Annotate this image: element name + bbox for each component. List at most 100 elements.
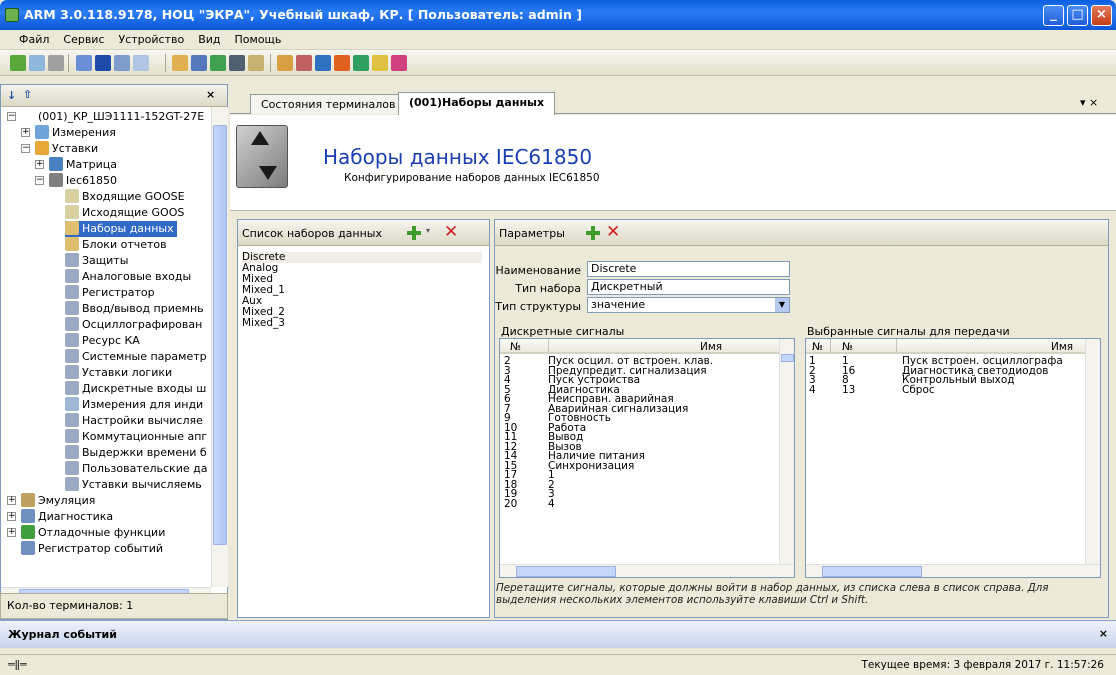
network-icon[interactable]	[353, 55, 369, 71]
signal-number[interactable]: 13	[842, 384, 855, 396]
dataset-list-title: Список наборов данных	[242, 227, 383, 240]
close-button[interactable]: ×	[1091, 5, 1112, 26]
emulation-icon	[21, 493, 35, 507]
table-icon	[65, 333, 79, 347]
tree-node-reports[interactable]: Блоки отчетов	[65, 237, 167, 253]
sort-down-icon[interactable]: ↓	[7, 89, 16, 102]
grid-hscroll[interactable]	[500, 564, 794, 577]
tree-node-datasets[interactable]: Наборы данных	[65, 221, 177, 237]
tree-node-logic[interactable]: Уставки логики	[65, 365, 172, 381]
table-icon	[65, 445, 79, 459]
list-icon[interactable]	[76, 55, 92, 71]
export-icon[interactable]	[172, 55, 188, 71]
tree-node-discrete-in[interactable]: Дискретные входы ш	[65, 381, 206, 397]
tree-node-emulation[interactable]: + Эмуляция	[7, 493, 95, 509]
palette-icon[interactable]	[391, 55, 407, 71]
add-signal-icon[interactable]	[585, 225, 601, 241]
tree-node-user[interactable]: Пользовательские да	[65, 461, 207, 477]
table-icon	[65, 461, 79, 475]
tab-terminal-states[interactable]: Состояния терминалов	[250, 94, 407, 114]
list-item[interactable]: Mixed_3	[242, 318, 285, 329]
scroll-thumb[interactable]	[213, 125, 227, 545]
tree-node-diagnostics[interactable]: + Диагностика	[7, 509, 113, 525]
grid-vscroll[interactable]	[1085, 339, 1100, 564]
tree-node-analog[interactable]: Аналоговые входы	[65, 269, 191, 285]
search-icon[interactable]	[248, 55, 264, 71]
tree-node-measurements[interactable]: + Измерения	[21, 125, 116, 141]
tree-vscroll[interactable]	[211, 107, 228, 587]
signal-name[interactable]: Сброс	[902, 384, 935, 396]
window-icon[interactable]	[133, 55, 149, 71]
tree-node-goose-in[interactable]: Входящие GOOSE	[65, 189, 185, 205]
type-label: Тип набора	[515, 282, 581, 295]
add-dataset-icon[interactable]	[406, 225, 422, 241]
menu-device[interactable]: Устройство	[112, 30, 192, 46]
signal-name[interactable]: 4	[548, 498, 555, 510]
window-titlebar: ARM 3.0.118.9178, НОЦ "ЭКРА", Учебный шк…	[0, 0, 1116, 30]
up-icon[interactable]: ⇧	[23, 88, 32, 101]
dropdown-icon[interactable]: ▾	[426, 226, 430, 235]
grid-icon[interactable]	[48, 55, 64, 71]
table-icon[interactable]	[114, 55, 130, 71]
tree-node-calc-settings[interactable]: Настройки вычисляе	[65, 413, 203, 429]
tree-node-delays[interactable]: Выдержки времени б	[65, 445, 207, 461]
tree-node-switching[interactable]: Коммутационные апг	[65, 429, 207, 445]
tree-icon[interactable]	[210, 55, 226, 71]
grid-vscroll[interactable]	[779, 339, 794, 564]
tree-node-recorder[interactable]: Регистратор	[65, 285, 155, 301]
report-icon[interactable]	[334, 55, 350, 71]
type-field[interactable]: Дискретный	[587, 279, 790, 295]
copy-icon[interactable]	[191, 55, 207, 71]
close-icon[interactable]: ×	[1099, 627, 1108, 640]
tree-node-debug[interactable]: + Отладочные функции	[7, 525, 165, 541]
matrix-icon	[49, 157, 63, 171]
tree-node-goose-out[interactable]: Исходящие GOOS	[65, 205, 184, 221]
folder-icon[interactable]	[277, 55, 293, 71]
dataset-list-header: Список наборов данных ▾ ✕	[238, 220, 489, 246]
maximize-button[interactable]: □	[1067, 5, 1088, 26]
tree-node-settings[interactable]: − Уставки	[21, 141, 98, 157]
tree-node-protection[interactable]: Защиты	[65, 253, 128, 269]
right-list-title: Выбранные сигналы для передачи	[807, 325, 1010, 338]
filter-icon[interactable]	[229, 55, 245, 71]
row-index[interactable]: 4	[809, 384, 816, 396]
chart-icon[interactable]	[296, 55, 312, 71]
list-item[interactable]: Discrete	[242, 252, 482, 263]
tree-node-calc[interactable]: Уставки вычисляемь	[65, 477, 202, 493]
menu-service[interactable]: Сервис	[56, 30, 111, 46]
grid-hscroll[interactable]	[806, 564, 1100, 577]
tree-node-system[interactable]: Системные параметр	[65, 349, 207, 365]
menu-view[interactable]: Вид	[191, 30, 227, 46]
tree-node-resource[interactable]: Ресурс КА	[65, 333, 140, 349]
device-tree: − (001)_КР_ШЭ1111-152GT-27Е + Измерения − У…	[1, 107, 211, 587]
minimize-button[interactable]: _	[1043, 5, 1064, 26]
struct-select[interactable]: значение ▼	[587, 297, 790, 313]
menu-help[interactable]: Помощь	[228, 30, 289, 46]
connect-icon[interactable]	[10, 55, 26, 71]
settings-icon[interactable]	[372, 55, 388, 71]
signal-number[interactable]: 20	[504, 498, 517, 510]
save-icon[interactable]	[315, 55, 331, 71]
tree-node-osc[interactable]: Осциллографирован	[65, 317, 202, 333]
table-icon	[65, 317, 79, 331]
name-field[interactable]: Discrete	[587, 261, 790, 277]
table-icon	[65, 269, 79, 283]
tree-node-ind-measure[interactable]: Измерения для инди	[65, 397, 203, 413]
tree-node-io[interactable]: Ввод/вывод приемнь	[65, 301, 204, 317]
tree-node-root[interactable]: − (001)_КР_ШЭ1111-152GT-27Е	[7, 109, 204, 125]
delete-dataset-icon[interactable]: ✕	[444, 224, 458, 241]
panel-close-icon[interactable]: ×	[206, 88, 215, 101]
tab-datasets[interactable]: (001)Наборы данных	[398, 92, 556, 115]
tree-node-event-recorder[interactable]: Регистратор событий	[21, 541, 163, 557]
tree-node-matrix[interactable]: + Матрица	[35, 157, 117, 173]
page-header: Наборы данных IEC61850 Конфигурирование …	[230, 115, 1116, 211]
disconnect-icon[interactable]	[29, 55, 45, 71]
table-icon	[65, 413, 79, 427]
menu-file[interactable]: Файл	[12, 30, 56, 46]
event-log-header[interactable]: Журнал событий ×	[0, 620, 1116, 648]
terminal-icon[interactable]	[95, 55, 111, 71]
tab-menu-icon[interactable]: ▾ ×	[1080, 96, 1098, 109]
signal-name[interactable]: Синхронизация	[548, 460, 634, 472]
remove-signal-icon[interactable]: ✕	[606, 224, 620, 241]
tree-node-iec61850[interactable]: − Iec61850	[35, 173, 117, 189]
